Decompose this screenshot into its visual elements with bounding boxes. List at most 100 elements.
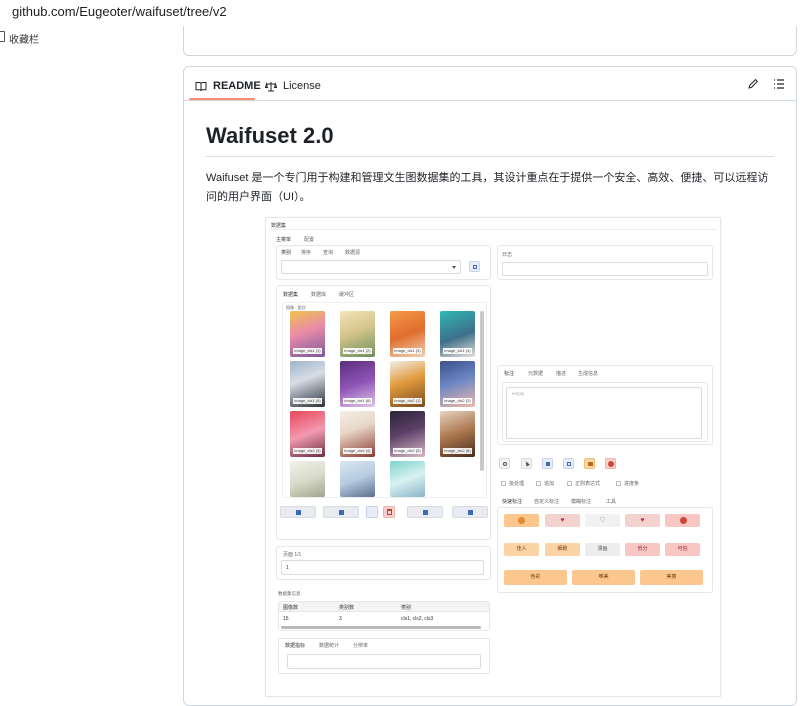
dislike-tag-button[interactable] — [665, 514, 700, 527]
append-label: 追加 — [544, 481, 555, 487]
quick-tab-0[interactable]: 快速标注 — [502, 498, 522, 505]
outline-button[interactable] — [770, 75, 788, 93]
copy-button[interactable] — [542, 458, 553, 469]
bookmarks-label[interactable]: 收藏栏 — [9, 31, 39, 46]
quick-tag-button[interactable]: 佳人 — [504, 543, 539, 556]
image-caption: image_cls1 (4) — [443, 348, 472, 354]
url-text[interactable]: github.com/Eugeoter/waifuset/tree/v2 — [12, 4, 227, 19]
address-bar[interactable]: • github.com/Eugeoter/waifuset/tree/v2 — [0, 0, 800, 24]
gallery-image[interactable]: image_cls2 (3) — [290, 411, 325, 457]
bottom-tab-0[interactable]: 数据指标 — [285, 642, 305, 649]
quick-tag-button[interactable]: 低分 — [625, 543, 660, 556]
gallery-image[interactable]: image_cls1 (1) — [290, 311, 325, 357]
gallery-image[interactable]: image_cls2 (1) — [390, 361, 425, 407]
gallery-image[interactable] — [290, 461, 325, 497]
caption-tab-1[interactable]: 元数据 — [528, 370, 543, 377]
gallery-image[interactable]: image_cls1 (5) — [290, 361, 325, 407]
readme-tab-bar: README License — [184, 67, 796, 101]
gallery-image[interactable]: image_cls2 (2) — [440, 361, 475, 407]
heart-tag-button-2[interactable]: ♥ — [625, 514, 660, 527]
table-header-1[interactable]: 类别数 — [339, 604, 354, 611]
cursor-icon — [524, 460, 530, 467]
gallery-image[interactable]: image_cls1 (4) — [440, 311, 475, 357]
undo-icon — [503, 462, 507, 466]
page-input[interactable]: 1 — [281, 560, 484, 575]
header-divider — [271, 229, 717, 230]
caption-tab-2[interactable]: 描述 — [556, 370, 566, 377]
undo-button[interactable] — [499, 458, 510, 469]
main-tab-1[interactable]: 配置 — [304, 236, 314, 243]
app-header: 数据集 — [271, 223, 287, 229]
quick-tab-1[interactable]: 自定义标注 — [534, 498, 559, 505]
quick-tag-button[interactable]: 唯美 — [572, 570, 635, 585]
tab-readme-label: README — [213, 80, 261, 92]
table-scrollbar[interactable] — [281, 626, 481, 629]
filter-tab-1[interactable]: 排序 — [301, 249, 311, 256]
bottom-tab-1[interactable]: 数据统计 — [319, 642, 339, 649]
regex-checkbox[interactable] — [567, 481, 572, 486]
filter-tab-3[interactable]: 数据源 — [345, 249, 360, 256]
gallery-image[interactable]: image_cls1 (6) — [340, 361, 375, 407]
next-page-button[interactable] — [407, 506, 443, 518]
page-info-icon[interactable]: • — [0, 3, 6, 17]
main-tab-0[interactable]: 主菜单 — [276, 236, 291, 243]
gallery-image[interactable]: image_cls2 (5) — [390, 411, 425, 457]
prev-icon — [339, 510, 344, 515]
quick-tag-button[interactable]: 美丽 — [640, 570, 703, 585]
save-button[interactable] — [366, 506, 378, 518]
paste-icon — [567, 462, 571, 466]
progress-checkbox[interactable] — [616, 481, 621, 486]
quick-tab-2[interactable]: 模糊标注 — [571, 498, 591, 505]
paste-button[interactable] — [563, 458, 574, 469]
caption-box: empty — [502, 382, 708, 442]
metrics-output — [287, 654, 481, 669]
tag-button[interactable] — [584, 458, 595, 469]
image-caption: image_cls2 (3) — [293, 448, 322, 454]
image-caption: image_cls1 (1) — [293, 348, 322, 354]
quick-tab-3[interactable]: 工具 — [606, 498, 616, 505]
image-caption: image_cls2 (2) — [443, 398, 472, 404]
caption-tab-0[interactable]: 标注 — [504, 370, 514, 377]
quick-tag-button[interactable]: 漫画 — [585, 543, 620, 556]
last-page-button[interactable] — [452, 506, 488, 518]
filter-tab-0[interactable]: 类别 — [281, 249, 291, 256]
filter-tab-2[interactable]: 查询 — [323, 249, 333, 256]
delete-button[interactable] — [383, 506, 395, 518]
prev-page-button[interactable] — [323, 506, 359, 518]
image-caption: image_cls2 (4) — [343, 448, 372, 454]
append-checkbox[interactable] — [536, 481, 541, 486]
gallery-scrollbar[interactable] — [480, 311, 484, 471]
table-header-0[interactable]: 图像数 — [283, 604, 298, 611]
edit-button[interactable] — [744, 75, 762, 93]
caption-textarea[interactable]: empty — [506, 387, 702, 439]
heart-outline-tag-button[interactable]: ♡ — [585, 514, 620, 527]
quick-tag-button[interactable]: 色彩 — [504, 570, 567, 585]
bottom-tab-2[interactable]: 分辨率 — [353, 642, 368, 649]
active-tab-indicator — [189, 98, 255, 100]
table-header-2[interactable]: 类别 — [401, 604, 411, 611]
app-screenshot: 数据集 主菜单 配置 类别 排序 查询 数据源 日志 数据集 数据库 缓冲区 图… — [265, 217, 721, 697]
cancel-button[interactable] — [605, 458, 616, 469]
batch-checkbox[interactable] — [501, 481, 506, 486]
gallery-image[interactable]: image_cls1 (3) — [390, 311, 425, 357]
quick-tag-button[interactable]: 可怕 — [665, 543, 700, 556]
emoji-tag-button[interactable] — [504, 514, 539, 527]
heart-icon: ♥ — [640, 517, 645, 524]
heart-tag-button[interactable]: ♥ — [545, 514, 580, 527]
gallery-image[interactable]: image_cls2 (4) — [340, 411, 375, 457]
gallery-image[interactable] — [390, 461, 425, 497]
caption-tab-3[interactable]: 生成信息 — [578, 370, 598, 377]
refresh-button[interactable] — [469, 261, 480, 272]
quick-tag-button[interactable]: 细致 — [545, 543, 580, 556]
gallery-image[interactable] — [340, 461, 375, 497]
view-tab-1[interactable]: 数据库 — [311, 291, 326, 298]
tab-license[interactable]: License — [265, 77, 321, 95]
first-page-button[interactable] — [280, 506, 316, 518]
view-tab-2[interactable]: 缓冲区 — [339, 291, 354, 298]
tab-readme[interactable]: README — [195, 77, 261, 95]
gallery-image[interactable]: image_cls1 (2) — [340, 311, 375, 357]
cursor-button[interactable] — [521, 458, 532, 469]
category-select[interactable] — [281, 260, 461, 274]
view-tab-0[interactable]: 数据集 — [283, 291, 298, 298]
gallery-image[interactable]: image_cls2 (6) — [440, 411, 475, 457]
